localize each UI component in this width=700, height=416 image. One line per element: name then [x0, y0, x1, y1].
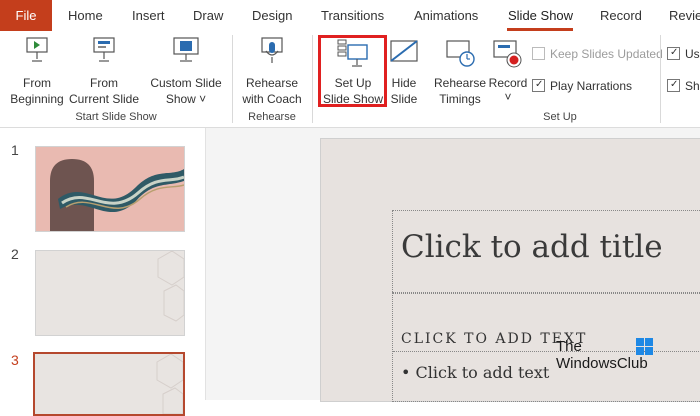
slide-2-hex-decoration [157, 251, 184, 322]
tab-slide-show[interactable]: Slide Show [508, 0, 573, 31]
ribbon-separator [660, 35, 661, 123]
watermark: The WindowsClub [556, 338, 653, 372]
slideshow-current-icon [93, 37, 115, 62]
hide-slide-button[interactable]: Hide Slide [388, 35, 420, 107]
checkmark-icon: ✓ [670, 79, 679, 90]
ribbon-tab-bar: File Home Insert Draw Design Transitions… [0, 0, 700, 31]
from-current-slide-button[interactable]: From Current Slide [68, 35, 140, 107]
slide-thumbnail-3[interactable] [33, 352, 185, 416]
record-icon [493, 40, 522, 68]
ribbon-separator [232, 35, 233, 123]
slide-3-hex-decoration [156, 354, 183, 414]
tab-draw[interactable]: Draw [193, 0, 223, 31]
tab-animations[interactable]: Animations [414, 0, 478, 31]
slide-number: 1 [11, 142, 19, 158]
play-narrations-checkbox[interactable]: ✓ Play Narrations [532, 79, 632, 93]
group-label-rehearse: Rehearse [248, 111, 296, 123]
custom-slide-show-button[interactable]: Custom Slide Show ˅ [148, 35, 224, 107]
checkbox-box: ✓ [667, 47, 680, 60]
from-beginning-button[interactable]: From Beginning [6, 35, 68, 107]
rehearse-with-coach-button[interactable]: Rehearse with Coach [238, 35, 306, 107]
checkmark-icon: ✓ [535, 79, 544, 90]
group-label-start-slide-show: Start Slide Show [75, 111, 157, 123]
microphone-coach-icon [261, 37, 283, 63]
slide-thumbnail-pane: 1 2 3 [0, 128, 206, 416]
use-timings-checkbox[interactable]: ✓ Us [667, 47, 700, 61]
keep-slides-updated-checkbox[interactable]: Keep Slides Updated [532, 47, 663, 61]
tab-record[interactable]: Record [600, 0, 642, 31]
tab-review[interactable]: Revie [669, 0, 700, 31]
slideshow-play-icon [26, 37, 48, 62]
show-media-controls-checkbox[interactable]: ✓ Sh [667, 79, 700, 93]
tab-file[interactable]: File [0, 0, 52, 31]
slide-1-artwork [36, 147, 184, 231]
tab-transitions[interactable]: Transitions [321, 0, 384, 31]
tab-design[interactable]: Design [252, 0, 292, 31]
slide-number: 3 [11, 352, 19, 368]
checkbox-box: ✓ [667, 79, 680, 92]
tab-insert[interactable]: Insert [132, 0, 165, 31]
group-label-set-up: Set Up [543, 111, 577, 123]
tab-home[interactable]: Home [68, 0, 103, 31]
checkbox-box: ✓ [532, 79, 545, 92]
ribbon-separator [312, 35, 313, 123]
hide-slide-icon [390, 40, 418, 62]
record-button[interactable]: Record ˅ [488, 35, 528, 107]
checkbox-box [532, 47, 545, 60]
timer-icon [446, 40, 475, 67]
custom-show-icon [173, 37, 199, 62]
checkmark-icon: ✓ [670, 47, 679, 58]
bullet-placeholder-text: • Click to add text [401, 363, 550, 382]
slide-thumbnail-1[interactable] [35, 146, 185, 232]
windows-logo-icon [636, 338, 653, 355]
title-placeholder[interactable]: Click to add title [392, 210, 700, 294]
rehearse-timings-button[interactable]: Rehearse Timings [432, 35, 488, 107]
slide-thumbnail-2[interactable] [35, 250, 185, 336]
highlight-annotation [318, 35, 387, 107]
slide-number: 2 [11, 246, 19, 262]
